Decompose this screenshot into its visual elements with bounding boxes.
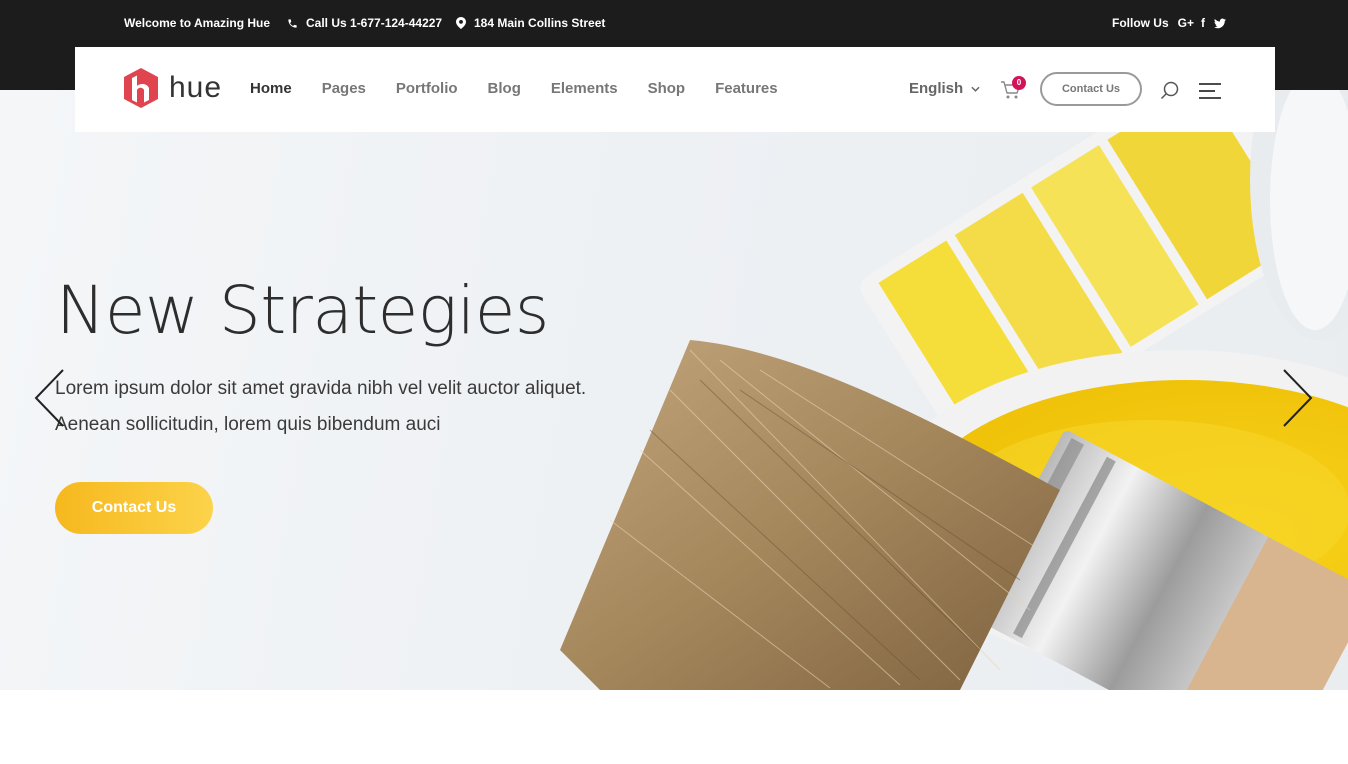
header-contact-button[interactable]: Contact Us <box>1040 72 1142 106</box>
twitter-icon[interactable] <box>1214 18 1226 29</box>
logo[interactable]: hue <box>123 68 222 108</box>
language-select[interactable]: English <box>909 80 980 97</box>
phone-item[interactable]: Call Us 1-677-124-44227 <box>287 15 442 31</box>
google-plus-icon[interactable]: G+ <box>1178 16 1194 30</box>
hero-title: New Strategies <box>56 272 549 349</box>
welcome-text: Welcome to Amazing Hue <box>124 16 271 30</box>
hero-contact-button[interactable]: Contact Us <box>55 482 213 534</box>
facebook-icon[interactable]: f <box>1201 16 1205 30</box>
address-item: 184 Main Collins Street <box>456 15 605 31</box>
hue-logo-icon <box>124 68 158 108</box>
chevron-left-icon[interactable] <box>33 368 65 428</box>
nav-home[interactable]: Home <box>250 80 292 97</box>
main-header: hue Home Pages Portfolio Blog Elements S… <box>75 47 1275 132</box>
phone-icon <box>288 18 297 28</box>
chevron-right-icon[interactable] <box>1282 368 1314 428</box>
cart-count-badge: 0 <box>1012 76 1026 90</box>
follow-us: Follow Us G+ f <box>1112 15 1226 31</box>
logo-text: hue <box>169 71 223 104</box>
phone-text: Call Us 1-677-124-44227 <box>306 16 443 30</box>
hero-text-line-1: Lorem ipsum dolor sit amet gravida nibh … <box>55 378 587 399</box>
nav-elements[interactable]: Elements <box>551 80 618 97</box>
nav-blog[interactable]: Blog <box>488 80 521 97</box>
language-label: English <box>909 80 964 97</box>
hero-text-line-2: Aenean sollicitudin, lorem quis bibendum… <box>55 414 441 435</box>
chevron-down-icon <box>971 86 980 92</box>
location-pin-icon <box>456 17 466 29</box>
nav-portfolio[interactable]: Portfolio <box>396 80 458 97</box>
nav-shop[interactable]: Shop <box>648 80 686 97</box>
search-icon[interactable] <box>1160 81 1180 101</box>
nav-features[interactable]: Features <box>715 80 778 97</box>
content-below-hero <box>0 690 1348 764</box>
follow-label: Follow Us <box>1111 16 1169 30</box>
address-text: 184 Main Collins Street <box>474 16 606 30</box>
nav-pages[interactable]: Pages <box>322 80 366 97</box>
hamburger-menu-icon[interactable] <box>1199 83 1221 99</box>
main-nav: Home Pages Portfolio Blog Elements Shop … <box>250 80 808 97</box>
